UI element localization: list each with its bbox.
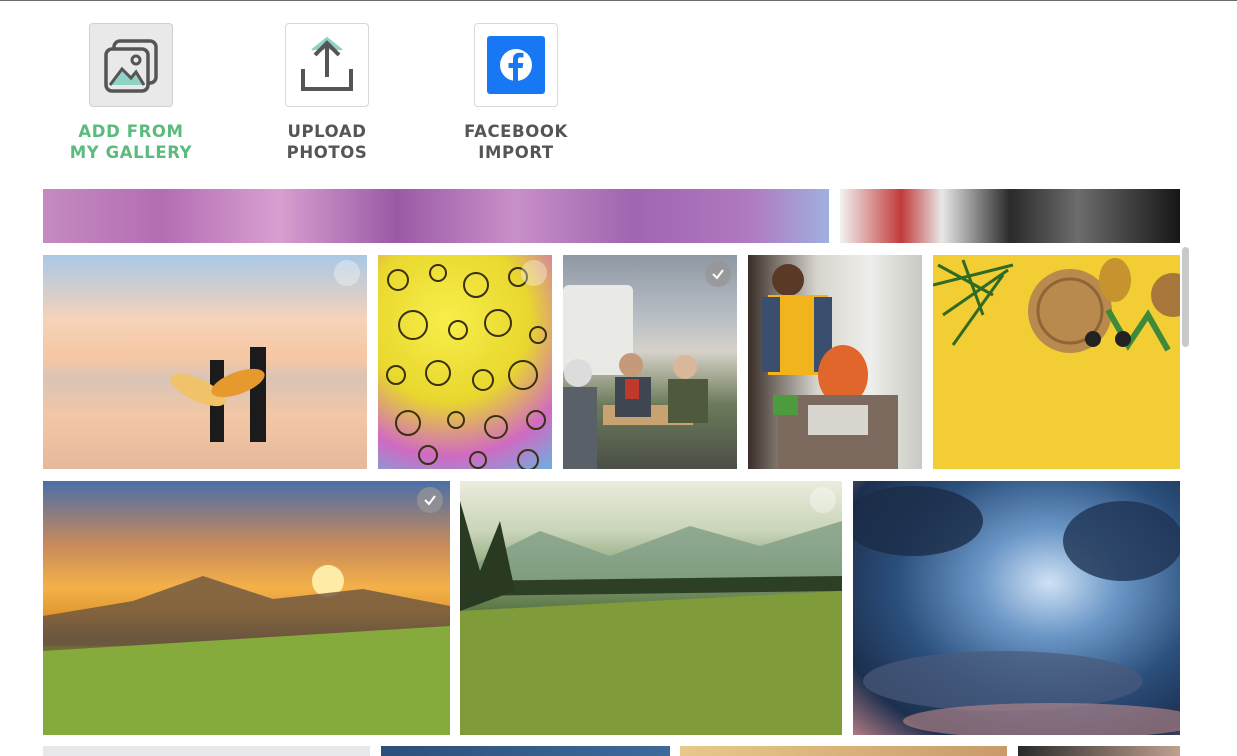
gallery-label-line1: ADD FROM <box>78 122 184 141</box>
photo-mountain-sunset[interactable] <box>43 481 450 735</box>
gallery-label-line2: MY GALLERY <box>69 143 193 162</box>
select-check-icon[interactable] <box>334 260 360 286</box>
facebook-import-option[interactable]: FACEBOOK IMPORT <box>431 23 601 163</box>
select-check-icon[interactable] <box>810 487 836 513</box>
mountain-sunset-scene <box>43 565 450 735</box>
facebook-label-line1: FACEBOOK <box>464 122 568 141</box>
select-check-icon[interactable] <box>417 487 443 513</box>
facebook-label: FACEBOOK IMPORT <box>431 121 601 163</box>
upload-tile[interactable] <box>285 23 369 107</box>
photo-man-packing-produce[interactable] <box>748 255 922 469</box>
upload-photos-option[interactable]: UPLOAD PHOTOS <box>242 23 412 163</box>
facebook-tile[interactable] <box>474 23 558 107</box>
still-life <box>933 258 1180 353</box>
upload-label-line1: UPLOAD <box>287 122 367 141</box>
dining-scene <box>563 285 708 469</box>
photo-pink-clouds[interactable] <box>43 189 829 243</box>
facebook-label-line2: IMPORT <box>478 143 554 162</box>
photo-oil-bubbles[interactable] <box>378 255 552 469</box>
surfers-figures <box>170 347 266 442</box>
gallery-image-icon <box>104 39 158 93</box>
photo-dog-closeup[interactable] <box>840 189 1180 243</box>
upload-arrow-icon <box>301 36 353 91</box>
upload-label: UPLOAD PHOTOS <box>242 121 412 163</box>
photo-surfers-beach[interactable] <box>43 255 367 469</box>
photo-straw-bag-yellow[interactable] <box>933 255 1180 469</box>
gallery-tile[interactable] <box>89 23 173 107</box>
select-check-icon[interactable] <box>521 260 547 286</box>
select-check-icon[interactable] <box>705 261 731 287</box>
photo-green-valley[interactable] <box>460 481 842 735</box>
valley-scene <box>460 501 842 735</box>
upload-label-line2: PHOTOS <box>286 143 368 162</box>
gallery-scrollbar[interactable] <box>1182 247 1189 347</box>
packing-scene <box>762 264 898 469</box>
storm-clouds <box>853 486 1180 735</box>
facebook-icon <box>487 36 545 94</box>
gallery-label: ADD FROM MY GALLERY <box>46 121 216 163</box>
add-from-gallery-option[interactable]: ADD FROM MY GALLERY <box>46 23 216 163</box>
photo-stormy-sky[interactable] <box>853 481 1180 735</box>
bubbles-pattern <box>386 264 547 469</box>
photo-seniors-dining[interactable] <box>563 255 737 469</box>
